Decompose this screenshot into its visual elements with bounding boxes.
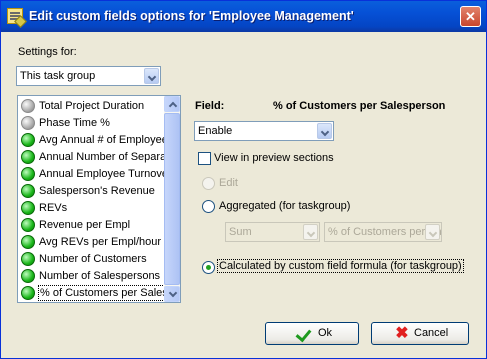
list-item[interactable]: REVs <box>20 200 162 217</box>
list-item[interactable]: Annual Number of Separations <box>20 149 164 166</box>
list-item-label: REVs <box>39 202 68 214</box>
list-item-label: % of Customers per Salesperson <box>38 285 164 301</box>
cancel-button[interactable]: ✖ Cancel <box>371 322 469 345</box>
green-status-icon <box>21 218 35 232</box>
aggregate-field-select[interactable]: % of Customers per Sa <box>324 222 442 242</box>
green-status-icon <box>21 184 35 198</box>
calculated-radio[interactable] <box>202 261 215 274</box>
custom-fields-list[interactable]: Total Project Duration Phase Time % Avg An… <box>17 95 181 303</box>
chevron-down-icon[interactable] <box>303 224 318 240</box>
title-bar[interactable]: Edit custom fields options for 'Employee… <box>1 1 486 32</box>
dialog-window: Edit custom fields options for 'Employee… <box>0 0 487 359</box>
green-status-icon <box>21 167 35 181</box>
list-item[interactable]: Total Project Duration <box>20 98 162 115</box>
aggregated-radio-label[interactable]: Aggregated (for taskgroup) <box>219 200 350 212</box>
list-item[interactable]: Number of Salespersons <box>20 268 162 285</box>
list-item-label: Revenue per Empl <box>39 219 131 231</box>
list-item-label: Avg REVs per Empl/hour <box>39 236 162 248</box>
green-status-icon <box>21 201 35 215</box>
edit-radio-label[interactable]: Edit <box>219 177 238 189</box>
edit-radio[interactable] <box>202 177 215 190</box>
green-status-icon <box>21 252 35 266</box>
chevron-down-icon[interactable] <box>144 68 159 84</box>
list-item[interactable]: Revenue per Empl <box>20 217 162 234</box>
scroll-thumb[interactable] <box>164 113 180 285</box>
checkmark-icon <box>295 325 312 343</box>
list-item[interactable]: Number of Customers <box>20 251 162 268</box>
list-item[interactable]: Avg Annual # of Employees <box>20 132 164 149</box>
list-item-label: Salesperson's Revenue <box>39 185 155 197</box>
gray-status-icon <box>21 116 35 130</box>
list-item[interactable]: Annual Employee Turnover <box>20 166 164 183</box>
vertical-scrollbar[interactable] <box>164 96 180 302</box>
green-status-icon <box>21 286 35 300</box>
close-button[interactable]: ✕ <box>460 6 481 27</box>
window-title: Edit custom fields options for 'Employee… <box>29 9 354 23</box>
list-items-container: Total Project Duration Phase Time % Avg An… <box>18 96 164 302</box>
view-preview-checkbox[interactable] <box>198 152 211 165</box>
ok-button-label: Ok <box>318 327 333 339</box>
list-item[interactable]: Avg REVs per Empl/hour <box>20 234 162 251</box>
list-item[interactable]: Salesperson's Revenue <box>20 183 162 200</box>
settings-for-label: Settings for: <box>18 46 77 58</box>
list-item-label: Number of Customers <box>39 253 147 265</box>
chevron-down-icon[interactable] <box>425 224 440 240</box>
field-name: % of Customers per Salesperson <box>273 100 446 112</box>
list-item-label: Number of Salespersons <box>39 270 161 282</box>
green-status-icon <box>21 150 35 164</box>
enable-select-value: Enable <box>198 125 233 137</box>
list-item-label: Annual Number of Separations <box>39 151 164 163</box>
list-item-label: Total Project Duration <box>39 100 145 112</box>
settings-for-select[interactable]: This task group <box>16 66 161 86</box>
list-item-label: Annual Employee Turnover <box>39 168 164 180</box>
aggregate-function-value: Sum <box>229 226 252 238</box>
view-preview-label[interactable]: View in preview sections <box>214 152 334 164</box>
scroll-up-icon[interactable] <box>164 96 180 112</box>
aggregate-function-select[interactable]: Sum <box>225 222 320 242</box>
aggregated-radio[interactable] <box>202 200 215 213</box>
list-item-label: Phase Time % <box>39 117 110 129</box>
cancel-button-label: Cancel <box>414 327 449 339</box>
list-item-label: Avg Annual # of Employees <box>39 134 164 146</box>
enable-select[interactable]: Enable <box>194 121 334 141</box>
ok-button[interactable]: Ok <box>265 322 359 345</box>
calculated-radio-label-wrap[interactable]: Calculated by custom field formula (for … <box>217 259 464 273</box>
scroll-down-icon[interactable] <box>164 286 180 302</box>
green-status-icon <box>21 269 35 283</box>
list-item[interactable]: Phase Time % <box>20 115 162 132</box>
x-icon: ✖ <box>395 325 409 342</box>
gray-status-icon <box>21 99 35 113</box>
app-icon <box>7 8 23 24</box>
field-label: Field: <box>195 100 225 112</box>
green-status-icon <box>21 133 35 147</box>
chevron-down-icon[interactable] <box>317 123 332 139</box>
calculated-radio-label[interactable]: Calculated by custom field formula (for … <box>217 259 464 273</box>
list-item[interactable]: % of Customers per Salesperson <box>20 285 164 302</box>
settings-for-value: This task group <box>20 70 96 82</box>
green-status-icon <box>21 235 35 249</box>
